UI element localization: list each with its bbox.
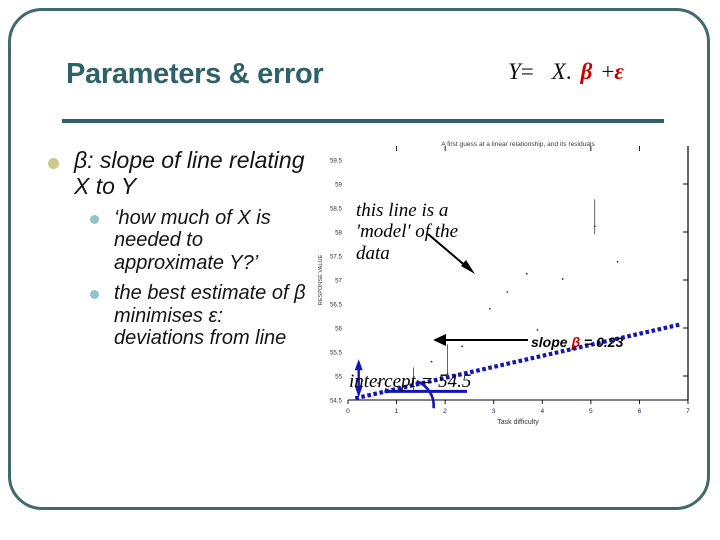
bullet-item-level2-1: the best estimate of β minimises ε: devi…: [84, 282, 312, 350]
intercept-arrow-head-up: [354, 359, 363, 371]
bullet-level1-text: β: slope of line relating X to Y: [74, 147, 305, 199]
x-axis-label: Task difficulty: [497, 419, 539, 426]
equation-dot: .: [565, 59, 572, 84]
x-tick-label: 0: [346, 408, 350, 415]
sub-bullet-list: ‘how much of X is needed to approximate …: [84, 207, 312, 351]
data-point: [536, 329, 539, 331]
y-tick-label: 55: [335, 373, 342, 380]
x-tick-label: 4: [540, 408, 544, 415]
x-tick-label: 6: [638, 408, 642, 415]
data-point: [593, 225, 596, 228]
data-point: [461, 345, 464, 348]
slide: Parameters & error Y= X. β +ε β: slope of l…: [0, 0, 720, 540]
regression-equation: Y= X. β +ε: [508, 59, 624, 85]
y-tick-label: 55.5: [330, 349, 343, 356]
equation-equals: =: [520, 59, 534, 84]
chart-title: A first guess at a linear relationship, …: [441, 141, 595, 148]
y-tick-label: 56.5: [330, 301, 343, 308]
equation-plus: +: [601, 59, 615, 84]
title-divider: [62, 119, 664, 123]
annotation-slope-label: slope β = 0.23: [531, 334, 623, 350]
y-tick-label: 59.5: [330, 157, 343, 164]
slope-pointer-arrow-head: [433, 334, 446, 346]
bullet-marker-icon: [48, 158, 59, 169]
data-point: [430, 360, 433, 363]
chart-canvas: A first guess at a linear relationship, …: [318, 141, 690, 426]
annotation-model-label: this line is a 'model' of the data: [356, 200, 459, 264]
y-tick-label: 58.5: [330, 205, 343, 212]
sub-bullet-marker-icon: [90, 289, 99, 299]
y-axis-label: RESPONSE VALUE: [318, 254, 324, 305]
annotation-slope-beta: β: [571, 334, 581, 350]
y-tick-label: 56: [335, 325, 342, 332]
y-tick-label: 54.5: [330, 397, 343, 404]
data-point: [506, 291, 509, 293]
bullet-item-level1: β: slope of line relating X to Y: [44, 147, 312, 200]
annotation-slope-prefix: slope: [531, 334, 572, 350]
sub-bullet-marker-icon: [90, 214, 99, 224]
bullet-level2-text-0: ‘how much of X is needed to approximate …: [114, 206, 271, 275]
y-tick-label: 58: [335, 229, 342, 236]
y-tick-label: 57.5: [330, 253, 343, 260]
data-point: [616, 260, 619, 263]
x-tick-label: 5: [589, 408, 593, 415]
x-tick-label: 7: [686, 408, 690, 415]
annotation-slope-value: = 0.23: [580, 334, 624, 350]
equation-beta: β: [580, 59, 593, 84]
data-point: [561, 278, 564, 280]
bullet-level2-text-1: the best estimate of β minimises ε: devi…: [114, 281, 306, 350]
x-tick-label: 1: [395, 408, 399, 415]
data-point: [488, 307, 491, 310]
equation-lhs: Y: [508, 59, 521, 84]
scatter-chart-figure: A first guess at a linear relationship, …: [300, 134, 700, 440]
y-tick-label: 57: [335, 277, 342, 284]
bullet-item-level2-0: ‘how much of X is needed to approximate …: [84, 207, 312, 275]
data-point: [525, 272, 528, 275]
annotation-intercept-label: intercept = 54.5: [349, 371, 472, 392]
bullet-list: β: slope of line relating X to Y ‘how mu…: [44, 147, 312, 351]
x-tick-label: 3: [492, 408, 496, 415]
equation-x: X: [551, 59, 566, 84]
x-tick-label: 2: [443, 408, 447, 415]
equation-epsilon: ε: [614, 59, 624, 84]
y-tick-label: 59: [335, 181, 342, 188]
page-title: Parameters & error: [66, 58, 324, 90]
